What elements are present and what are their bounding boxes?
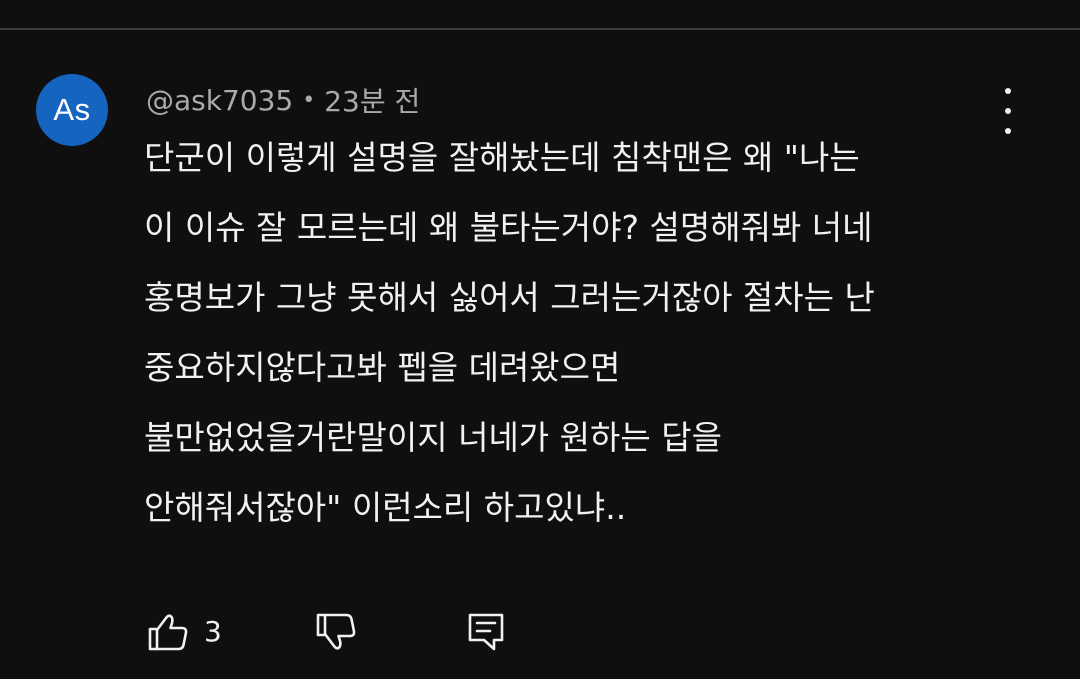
comment-line: 안해줘서잖아" 이런소리 하고있냐.. <box>144 488 627 527</box>
reply-comment-icon <box>468 613 504 651</box>
more-options-button[interactable] <box>994 88 1022 134</box>
avatar-initials: As <box>53 92 91 127</box>
like-button[interactable] <box>146 610 190 654</box>
avatar[interactable]: As <box>36 74 108 146</box>
comment-line: 홍명보가 그냥 못해서 싫어서 그러는거잖아 절차는 난 <box>144 278 875 317</box>
thumbs-down-icon <box>316 613 356 650</box>
meta-separator: • <box>302 87 316 113</box>
reply-button[interactable] <box>464 610 508 654</box>
comment-line: 단군이 이렇게 설명을 잘해놨는데 침착맨은 왜 "나는 <box>144 138 860 177</box>
comment-timestamp[interactable]: 23분 전 <box>324 80 420 120</box>
dislike-button[interactable] <box>314 610 358 654</box>
thumbs-up-icon <box>148 614 188 651</box>
author-handle[interactable]: @ask7035 <box>146 84 293 117</box>
comment-text: 단군이 이렇게 설명을 잘해놨는데 침착맨은 왜 "나는 이 이슈 잘 모르는데… <box>144 140 1044 560</box>
like-count: 3 <box>204 615 222 648</box>
comment-meta: @ask7035 • 23분 전 <box>146 80 420 120</box>
comment-line: 불만없었을거란말이지 너네가 원하는 답을 <box>144 418 722 457</box>
more-vert-icon-dot <box>1005 128 1011 134</box>
more-vert-icon-dot <box>1005 108 1011 114</box>
comment-line: 중요하지않다고봐 펩을 데려왔으면 <box>144 348 621 387</box>
comment-actions: 3 <box>146 610 546 654</box>
top-divider <box>0 28 1080 30</box>
comment-line: 이 이슈 잘 모르는데 왜 불타는거야? 설명해줘봐 너네 <box>144 208 873 247</box>
more-vert-icon <box>1005 88 1011 94</box>
comment-screen: As @ask7035 • 23분 전 단군이 이렇게 설명을 잘해놨는데 침착… <box>0 0 1080 679</box>
